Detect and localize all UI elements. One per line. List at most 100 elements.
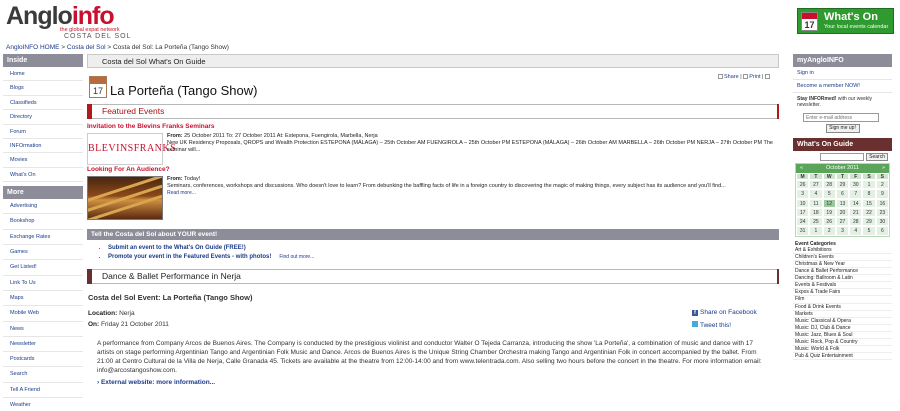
- featured-event-2-read-more[interactable]: Read more...: [167, 190, 196, 196]
- category-dancing-ballroom-latin[interactable]: Dancing: Ballroom & Latin: [793, 275, 892, 283]
- calendar-day[interactable]: 16: [875, 198, 889, 208]
- sidebar-item-get-listed[interactable]: Get Listed!: [3, 260, 83, 276]
- category-christmas-new-year[interactable]: Christmas & New Year: [793, 261, 892, 269]
- category-film[interactable]: Film: [793, 296, 892, 304]
- sidebar-item-mobile-web[interactable]: Mobile Web: [3, 306, 83, 322]
- calendar-day[interactable]: 24: [796, 217, 810, 227]
- calendar-day[interactable]: 1: [862, 180, 876, 190]
- next-month-button[interactable]: »: [882, 164, 885, 173]
- calendar-day[interactable]: 18: [809, 207, 823, 218]
- category-dance-ballet-performance[interactable]: Dance & Ballet Performance: [793, 268, 892, 276]
- sidebar-item-news[interactable]: News: [3, 322, 83, 337]
- sidebar-item-home[interactable]: Home: [3, 67, 83, 82]
- featured-event-2-title[interactable]: Looking For An Audience?: [87, 166, 170, 173]
- calendar-day[interactable]: 1: [809, 226, 823, 236]
- category-music-dj-club-dance[interactable]: Music: DJ, Club & Dance: [793, 325, 892, 332]
- calendar-day[interactable]: 2: [822, 226, 836, 236]
- calendar-day[interactable]: 14: [849, 198, 863, 208]
- calendar-day[interactable]: 30: [875, 217, 889, 227]
- calendar-day[interactable]: 2: [875, 180, 889, 190]
- category-pub-quiz-entertainment[interactable]: Pub & Quiz Entertainment: [793, 353, 892, 361]
- calendar-day[interactable]: 9: [875, 189, 889, 199]
- category-expos-trade-fairs[interactable]: Expos & Trade Fairs: [793, 289, 892, 297]
- guide-search-button[interactable]: Search: [866, 153, 888, 161]
- calendar-day[interactable]: 30: [849, 180, 863, 190]
- calendar-day[interactable]: 25: [809, 217, 823, 227]
- calendar-day[interactable]: 29: [835, 180, 850, 190]
- calendar-day[interactable]: 8: [862, 189, 876, 199]
- calendar-day[interactable]: 26: [822, 217, 836, 227]
- tweet-link[interactable]: Tweet this!: [692, 321, 731, 329]
- sidebar-item-classifieds[interactable]: Classifieds: [3, 96, 83, 111]
- sidebar-item-weather[interactable]: Weather: [3, 398, 83, 411]
- share-link[interactable]: Share: [724, 74, 739, 80]
- sign-in-link[interactable]: Sign in: [793, 67, 892, 80]
- sidebar-item-link-to-us[interactable]: Link To Us: [3, 276, 83, 291]
- sidebar-item-exchange-rates[interactable]: Exchange Rates: [3, 230, 83, 246]
- become-member-link[interactable]: Become a member NOW!: [793, 80, 892, 93]
- guide-search-input[interactable]: [820, 153, 865, 161]
- calendar-day[interactable]: 11: [809, 198, 823, 208]
- category-markets[interactable]: Markets: [793, 311, 892, 318]
- external-website-link[interactable]: › External website: more information...: [97, 379, 779, 386]
- sidebar-item-information[interactable]: INFOrmation: [3, 139, 83, 154]
- sidebar-item-advertising[interactable]: Advertising: [3, 199, 83, 215]
- category-children-s-events[interactable]: Children's Events: [793, 254, 892, 261]
- calendar-day[interactable]: 19: [822, 207, 836, 218]
- submit-event-link[interactable]: Submit an event to the What's On Guide (…: [108, 245, 246, 251]
- sidebar-item-what-s-on[interactable]: What's On: [3, 168, 83, 183]
- whats-on-banner[interactable]: 17 What's On Your local events calendar: [797, 8, 894, 34]
- calendar-day[interactable]: 5: [862, 226, 876, 236]
- sidebar-item-postcards[interactable]: Postcards: [3, 352, 83, 368]
- breadcrumb-section[interactable]: Costa del Sol: [67, 44, 106, 51]
- calendar-day[interactable]: 6: [835, 189, 850, 199]
- fountain-pens-image[interactable]: [87, 176, 163, 220]
- social-menu-icon[interactable]: [765, 74, 770, 80]
- category-art-exhibitions[interactable]: Art & Exhibitions: [793, 247, 892, 254]
- calendar-day[interactable]: 12: [822, 198, 836, 208]
- calendar-day[interactable]: 29: [862, 217, 876, 227]
- calendar-day[interactable]: 7: [849, 189, 863, 199]
- promote-event-link[interactable]: Promote your event in the Featured Event…: [108, 254, 271, 260]
- category-music-classical-opera[interactable]: Music: Classical & Opera: [793, 318, 892, 325]
- calendar-day[interactable]: 4: [809, 189, 823, 199]
- sidebar-item-forum[interactable]: Forum: [3, 125, 83, 139]
- email-field[interactable]: [803, 113, 879, 122]
- prev-month-button[interactable]: «: [800, 164, 803, 173]
- sidebar-item-directory[interactable]: Directory: [3, 110, 83, 125]
- calendar-day[interactable]: 21: [849, 207, 863, 218]
- sidebar-item-games[interactable]: Games: [3, 245, 83, 261]
- sidebar-item-maps[interactable]: Maps: [3, 291, 83, 307]
- calendar-day[interactable]: 4: [849, 226, 863, 236]
- calendar-day[interactable]: 28: [849, 217, 863, 227]
- calendar-day[interactable]: 3: [796, 189, 810, 199]
- calendar-day[interactable]: 6: [875, 226, 889, 236]
- calendar-day[interactable]: 15: [862, 198, 876, 208]
- calendar-day[interactable]: 31: [796, 226, 810, 236]
- category-events-festivals[interactable]: Events & Festivals: [793, 282, 892, 290]
- category-music-world-folk[interactable]: Music: World & Folk: [793, 346, 892, 354]
- calendar-day[interactable]: 3: [835, 226, 850, 236]
- sidebar-item-newsletter[interactable]: Newsletter: [3, 337, 83, 353]
- calendar-day[interactable]: 23: [875, 207, 889, 218]
- share-facebook-link[interactable]: f Share on Facebook: [692, 309, 757, 316]
- breadcrumb-home[interactable]: AngloINFO HOME: [6, 44, 59, 51]
- calendar-day[interactable]: 20: [835, 207, 850, 218]
- print-link[interactable]: Print: [749, 74, 760, 80]
- calendar-day[interactable]: 10: [796, 198, 810, 208]
- category-music-rock-pop-country[interactable]: Music: Rock, Pop & Country: [793, 339, 892, 347]
- blevins-franks-logo-image[interactable]: BLEVINSFRANKS: [87, 133, 176, 165]
- sidebar-item-tell-a-friend[interactable]: Tell A Friend: [3, 383, 83, 398]
- sidebar-item-movies[interactable]: Movies: [3, 153, 83, 168]
- site-logo[interactable]: Angloinfo the global expat network COSTA…: [6, 3, 131, 40]
- category-food-drink-events[interactable]: Food & Drink Events: [793, 304, 892, 311]
- calendar-day[interactable]: 17: [796, 207, 810, 218]
- sidebar-item-blogs[interactable]: Blogs: [3, 81, 83, 96]
- calendar-day[interactable]: 5: [822, 189, 836, 199]
- calendar-day[interactable]: 22: [862, 207, 876, 218]
- sidebar-item-search[interactable]: Search: [3, 367, 83, 383]
- calendar-day[interactable]: 27: [835, 217, 850, 227]
- calendar-day[interactable]: 26: [796, 180, 810, 190]
- sign-up-button[interactable]: Sign me up!: [825, 124, 860, 133]
- calendar-day[interactable]: 28: [822, 180, 836, 190]
